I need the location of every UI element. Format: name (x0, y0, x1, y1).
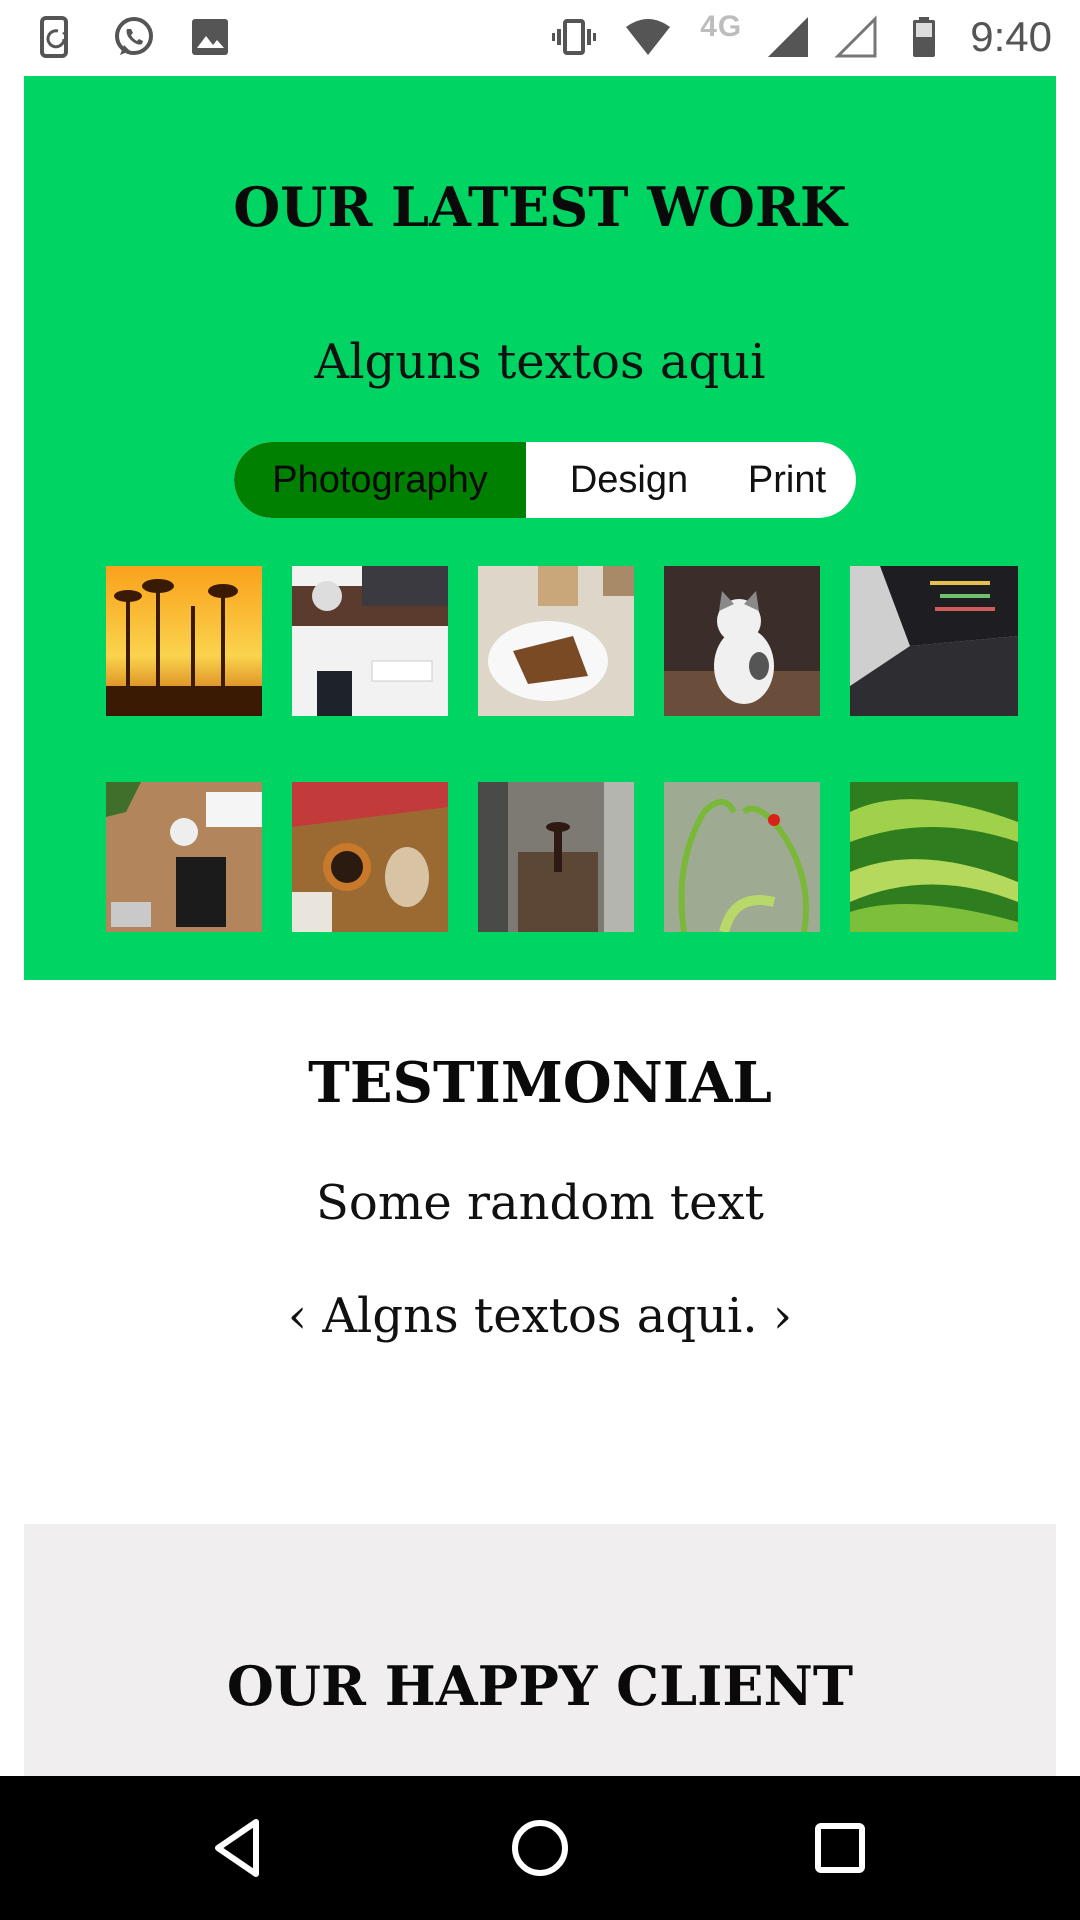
phone-sync-icon (40, 16, 68, 58)
back-button[interactable] (204, 1812, 276, 1884)
status-bar: 4G 9:40 (0, 0, 1080, 74)
latest-work-subtitle: Alguns textos aqui (314, 334, 766, 390)
kitten-image (664, 566, 820, 716)
portfolio-filter: Photography Design Print (234, 442, 856, 518)
cake-coffee-image (478, 566, 634, 716)
thumbnail-ladybug-plant[interactable] (664, 782, 820, 932)
thumbnail-desk-camera[interactable] (292, 566, 448, 716)
filter-print[interactable]: Print (732, 442, 842, 518)
vibrate-icon (552, 19, 597, 55)
recents-button[interactable] (804, 1812, 876, 1884)
testimonial-subtitle: Some random text (316, 1175, 764, 1231)
thumbnail-green-abstract[interactable] (850, 782, 1018, 932)
latest-work-title: OUR LATEST WORK (233, 175, 847, 239)
home-icon (512, 1820, 568, 1876)
filter-photography[interactable]: Photography (234, 442, 526, 518)
navigation-bar (0, 1776, 1080, 1920)
green-abstract-image (850, 782, 1018, 932)
happy-client-title: OUR HAPPY CLIENT (226, 1654, 854, 1718)
wifi-icon (626, 19, 671, 55)
back-icon (215, 1819, 259, 1877)
thumbnail-rail-spike[interactable] (478, 782, 634, 932)
recents-icon (815, 1823, 865, 1873)
battery-icon (913, 17, 936, 57)
desk-notebook-image (106, 782, 262, 932)
latest-work-section: OUR LATEST WORK Alguns textos aqui Photo… (24, 76, 1056, 980)
network-type: 4G (700, 10, 743, 43)
signal-icon (768, 17, 809, 57)
thumbnail-desk-notebook[interactable] (106, 782, 262, 932)
signal-empty-icon (834, 15, 877, 58)
whatsapp-icon (115, 17, 153, 55)
thumbnail-cake-coffee[interactable] (478, 566, 634, 716)
happy-client-section: OUR HAPPY CLIENT (24, 1524, 1056, 1776)
status-left (36, 15, 264, 59)
screen: 4G 9:40 OUR LATEST WORK Alguns textos aq… (0, 0, 1080, 1920)
laptop-code-image (850, 566, 1018, 716)
thumbnail-baking-table[interactable] (292, 782, 448, 932)
status-right: 4G 9:40 (528, 10, 1052, 61)
baking-table-image (292, 782, 448, 932)
image-icon (192, 19, 228, 55)
rail-spike-image (478, 782, 634, 932)
filter-design[interactable]: Design (526, 442, 732, 518)
testimonial-title: TESTIMONIAL (308, 1050, 772, 1116)
ladybug-plant-image (664, 782, 820, 932)
sunset-trees-image (106, 566, 262, 716)
testimonial-quote[interactable]: ‹ Algns textos aqui. › (0, 1288, 1080, 1344)
home-button[interactable] (504, 1812, 576, 1884)
desk-camera-image (292, 566, 448, 716)
thumbnail-sunset-trees[interactable] (106, 566, 262, 716)
thumbnail-kitten[interactable] (664, 566, 820, 716)
clock: 9:40 (970, 13, 1052, 60)
thumbnail-laptop-code[interactable] (850, 566, 1018, 716)
